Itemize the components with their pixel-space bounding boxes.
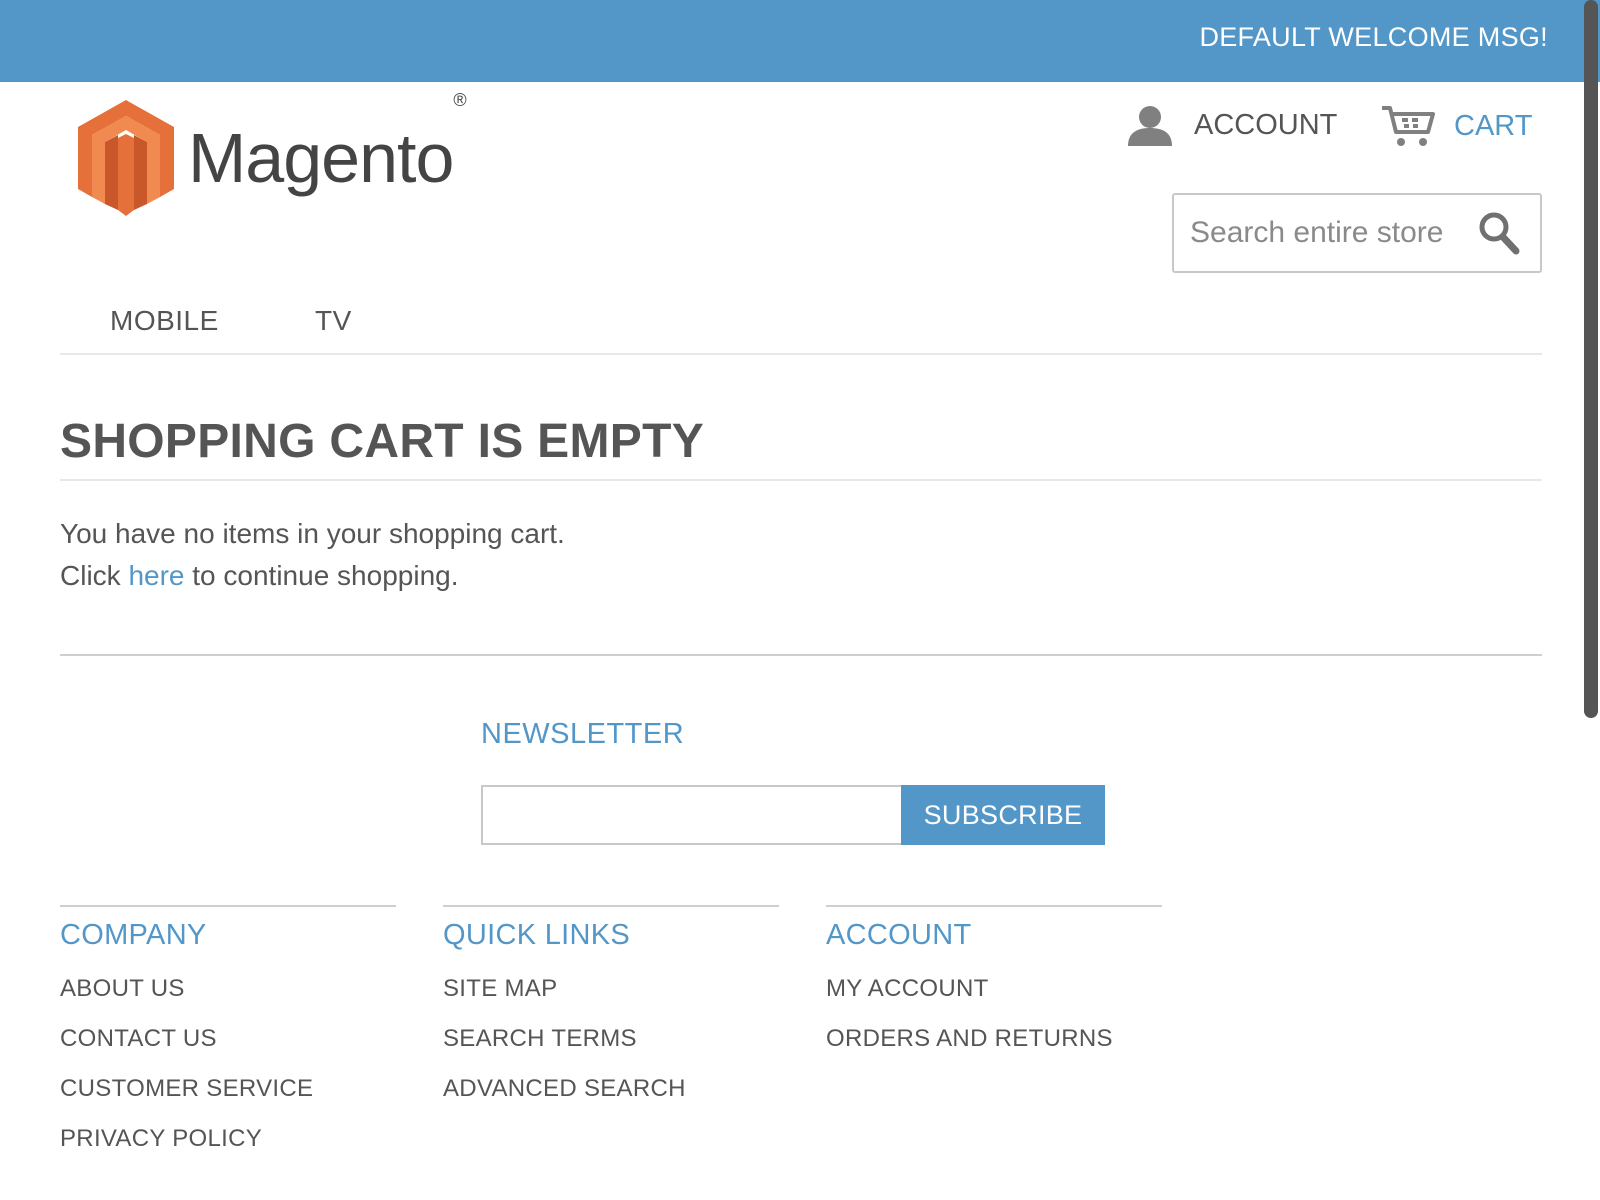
nav-item-tv[interactable]: TV: [315, 305, 352, 337]
footer-column-company: COMPANY ABOUT US CONTACT US CUSTOMER SER…: [60, 905, 396, 1174]
page-title: SHOPPING CART IS EMPTY: [60, 415, 705, 468]
continue-shopping-link[interactable]: here: [128, 560, 184, 591]
footer-column-quick-links: QUICK LINKS SITE MAP SEARCH TERMS ADVANC…: [443, 905, 779, 1124]
footer-link-privacy-policy[interactable]: PRIVACY POLICY: [60, 1124, 396, 1174]
main-navigation: MOBILE TV: [60, 300, 1542, 355]
user-icon: [1128, 106, 1172, 146]
footer-link-contact-us[interactable]: CONTACT US: [60, 1024, 396, 1074]
subscribe-button[interactable]: SUBSCRIBE: [901, 785, 1105, 845]
footer-link-advanced-search[interactable]: ADVANCED SEARCH: [443, 1074, 779, 1124]
continue-suffix: to continue shopping.: [192, 560, 459, 591]
magento-logo-icon: [78, 100, 174, 216]
newsletter-email-input[interactable]: [481, 785, 903, 845]
footer-link-orders-and-returns[interactable]: ORDERS AND RETURNS: [826, 1024, 1162, 1074]
content-footer-divider: [60, 654, 1542, 656]
footer-link-my-account[interactable]: MY ACCOUNT: [826, 974, 1162, 1024]
cart-link[interactable]: CART: [1380, 104, 1532, 148]
search-input[interactable]: [1190, 213, 1470, 253]
registered-mark: ®: [453, 90, 466, 110]
empty-cart-message: You have no items in your shopping cart.: [60, 518, 565, 549]
footer-column-title: COMPANY: [60, 919, 207, 951]
title-divider: [60, 479, 1542, 481]
continue-shopping-message: Click here to continue shopping.: [60, 560, 459, 592]
account-label: ACCOUNT: [1194, 108, 1338, 141]
continue-prefix: Click: [60, 560, 121, 591]
search-box[interactable]: [1172, 193, 1542, 273]
cart-label: CART: [1454, 109, 1533, 142]
search-icon[interactable]: [1478, 211, 1520, 255]
store-logo[interactable]: Magento®: [78, 90, 467, 216]
welcome-message: DEFAULT WELCOME MSG!: [1199, 22, 1548, 52]
footer-link-customer-service[interactable]: CUSTOMER SERVICE: [60, 1074, 396, 1124]
page-scrollbar[interactable]: [1584, 0, 1598, 718]
footer-link-search-terms[interactable]: SEARCH TERMS: [443, 1024, 779, 1074]
account-link[interactable]: ACCOUNT: [1126, 104, 1337, 146]
logo-wordmark: Magento®: [188, 90, 467, 197]
newsletter-title: NEWSLETTER: [481, 718, 685, 750]
nav-item-mobile[interactable]: MOBILE: [110, 305, 219, 337]
footer-column-title: QUICK LINKS: [443, 919, 631, 951]
footer-column-title: ACCOUNT: [826, 919, 972, 951]
top-welcome-bar: DEFAULT WELCOME MSG!: [0, 0, 1600, 82]
cart-icon: [1382, 106, 1435, 146]
footer-column-account: ACCOUNT MY ACCOUNT ORDERS AND RETURNS: [826, 905, 1162, 1074]
footer-link-site-map[interactable]: SITE MAP: [443, 974, 779, 1024]
footer-link-about-us[interactable]: ABOUT US: [60, 974, 396, 1024]
